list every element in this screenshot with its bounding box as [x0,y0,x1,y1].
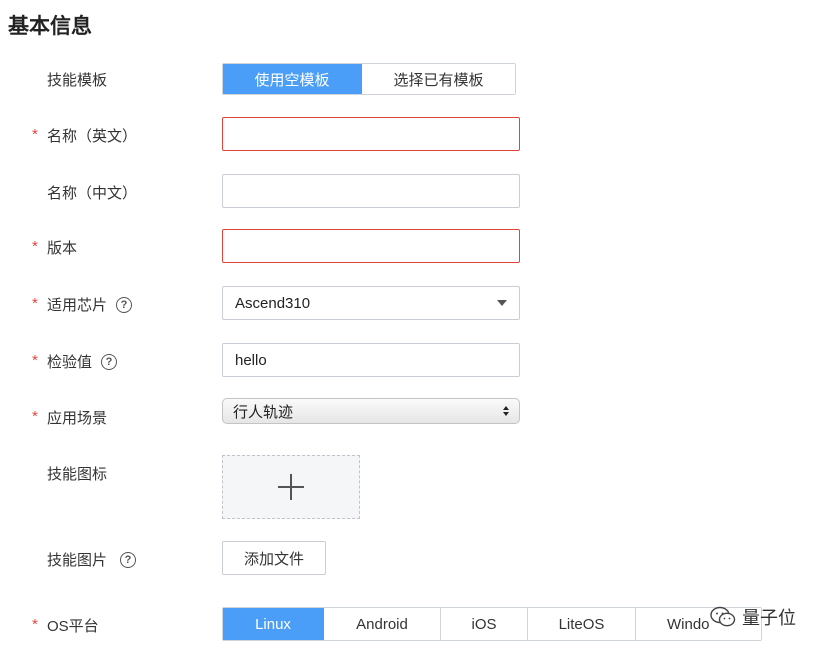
os-row: * OS平台 Linux Android iOS LiteOS Windo [0,607,822,641]
name-cn-row: 名称（中文） [0,174,822,208]
icon-upload-box[interactable] [222,455,360,519]
version-input[interactable] [222,229,520,263]
required-asterisk: * [32,616,38,633]
chip-row: * 适用芯片 ? Ascend310 [0,286,822,320]
required-asterisk: * [32,352,38,369]
help-icon[interactable]: ? [101,353,118,370]
template-option-empty[interactable]: 使用空模板 [223,64,362,94]
os-label: OS平台 [47,618,99,635]
os-option-ios[interactable]: iOS [441,608,528,640]
required-asterisk: * [32,295,38,312]
icon-row: 技能图标 [0,455,822,521]
os-segmented: Linux Android iOS LiteOS Windo [222,607,762,641]
checksum-label: 检验值 [47,354,93,371]
icon-label: 技能图标 [47,466,108,483]
template-label: 技能模板 [47,72,108,89]
chip-select[interactable]: Ascend310 [222,286,520,320]
wechat-icon [710,606,736,627]
help-icon[interactable]: ? [120,551,137,568]
version-row: * 版本 [0,229,822,263]
os-option-liteos[interactable]: LiteOS [528,608,636,640]
os-option-android[interactable]: Android [324,608,441,640]
help-icon[interactable]: ? [116,296,133,313]
image-label-group: 技能图片 ? [47,549,137,570]
watermark-text: 量子位 [742,608,796,628]
template-row: 技能模板 使用空模板 选择已有模板 [0,63,822,97]
template-option-existing[interactable]: 选择已有模板 [362,64,515,94]
updown-arrows-icon [503,406,509,416]
watermark: 量子位 [710,604,796,630]
scenario-select[interactable]: 行人轨迹 [222,398,520,424]
required-asterisk: * [32,408,38,425]
section-title: 基本信息 [8,15,92,38]
chip-label-group: 适用芯片 ? [47,294,133,315]
scenario-label: 应用场景 [47,410,108,427]
checksum-input[interactable]: hello [222,343,520,377]
scenario-row: * 应用场景 行人轨迹 [0,398,822,432]
name-en-input[interactable] [222,117,520,151]
image-row: 技能图片 ? 添加文件 [0,541,822,575]
version-label: 版本 [47,240,78,257]
required-asterisk: * [32,126,38,143]
name-en-label: 名称（英文） [47,128,138,145]
os-option-linux[interactable]: Linux [223,608,324,640]
required-asterisk: * [32,238,38,255]
template-segmented: 使用空模板 选择已有模板 [222,63,516,95]
chip-label: 适用芯片 [47,297,108,314]
checksum-row: * 检验值 ? hello [0,343,822,377]
scenario-select-value: 行人轨迹 [233,403,294,421]
chevron-down-icon [497,300,507,306]
checksum-label-group: 检验值 ? [47,351,118,372]
plus-icon [278,474,304,500]
name-cn-input[interactable] [222,174,520,208]
name-cn-label: 名称（中文） [47,185,138,202]
name-en-row: * 名称（英文） [0,117,822,151]
add-file-button[interactable]: 添加文件 [222,541,326,575]
image-label: 技能图片 [47,552,108,569]
chip-select-value: Ascend310 [235,294,311,312]
